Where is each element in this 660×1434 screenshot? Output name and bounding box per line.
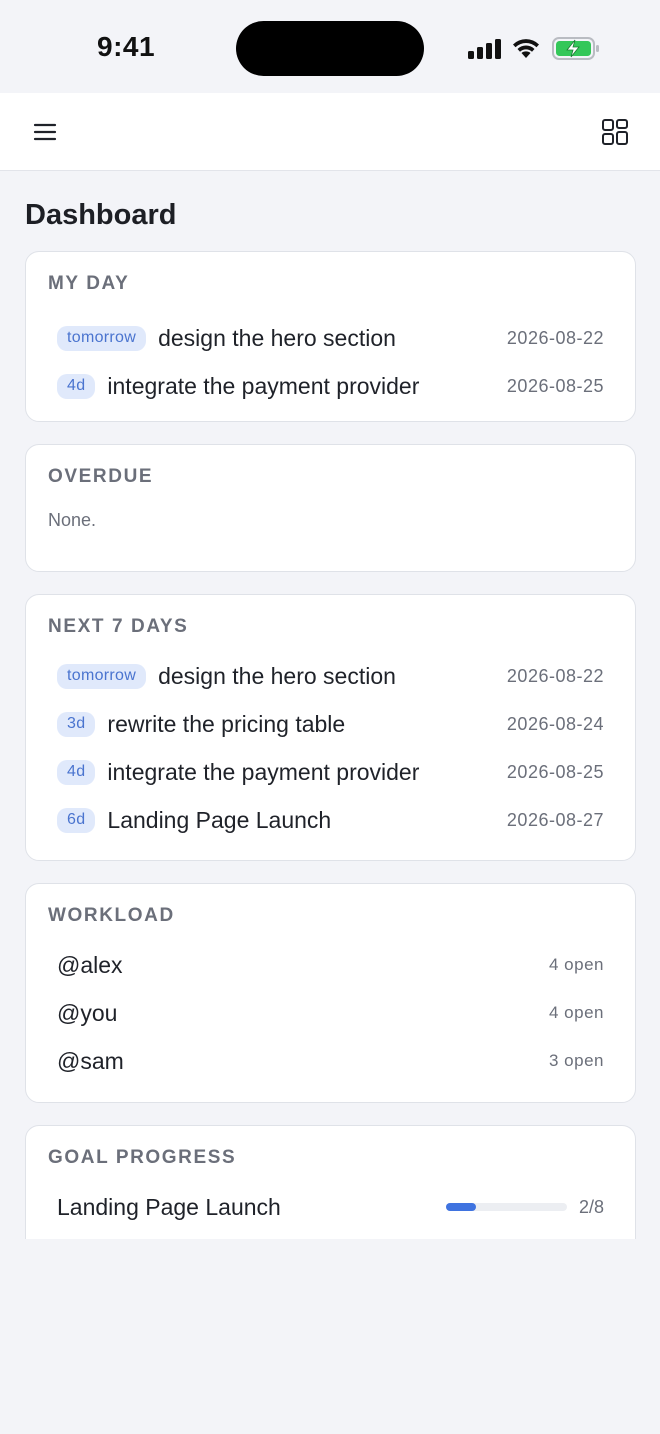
empty-state-text: None.: [48, 510, 97, 530]
task-title: integrate the payment provider: [107, 372, 420, 399]
next-7-days-card: NEXT 7 DAYS tomorrow design the hero sec…: [25, 594, 636, 861]
grid-layout-icon: [602, 119, 628, 145]
task-date: 2026-08-24: [506, 713, 604, 734]
open-count: 4 open: [549, 1003, 604, 1022]
page-title: Dashboard: [25, 199, 177, 231]
task-date: 2026-08-22: [506, 327, 604, 348]
menu-icon: [33, 123, 57, 141]
goal-row[interactable]: Landing Page Launch 2/8: [57, 1187, 604, 1227]
card-title: GOAL PROGRESS: [48, 1147, 237, 1168]
cellular-signal-icon: [468, 39, 501, 59]
card-title: OVERDUE: [48, 466, 154, 487]
wifi-icon: [513, 39, 539, 58]
task-row[interactable]: 3d rewrite the pricing table 2026-08-24: [57, 704, 604, 744]
due-badge: 4d: [57, 373, 96, 399]
task-row[interactable]: 6d Landing Page Launch 2026-08-27: [57, 800, 604, 840]
task-title: integrate the payment provider: [107, 758, 420, 785]
assignee-name: @alex: [57, 951, 123, 978]
due-badge: tomorrow: [57, 663, 147, 689]
open-count: 3 open: [549, 1051, 604, 1070]
battery-charging-icon: [552, 37, 599, 60]
task-title: design the hero section: [158, 324, 396, 351]
goal-progress-card: GOAL PROGRESS Landing Page Launch 2/8: [25, 1125, 636, 1239]
workload-row[interactable]: @you 4 open: [57, 993, 604, 1033]
task-date: 2026-08-22: [506, 665, 604, 686]
status-bar: 9:41: [0, 0, 660, 93]
task-row[interactable]: 4d integrate the payment provider 2026-0…: [57, 752, 604, 792]
dashboard-content[interactable]: Dashboard MY DAY tomorrow design the her…: [0, 171, 660, 1239]
task-row[interactable]: tomorrow design the hero section 2026-08…: [57, 656, 604, 696]
due-badge: 3d: [57, 711, 96, 737]
task-title: rewrite the pricing table: [107, 710, 346, 737]
card-title: WORKLOAD: [48, 905, 175, 926]
status-time: 9:41: [97, 31, 156, 62]
assignee-name: @you: [57, 999, 118, 1026]
task-row[interactable]: tomorrow design the hero section 2026-08…: [57, 318, 604, 358]
card-title: MY DAY: [48, 273, 130, 294]
app-bar: [0, 93, 660, 171]
goal-progress-fill: [445, 1203, 477, 1211]
task-title: design the hero section: [158, 662, 396, 689]
open-count: 4 open: [549, 955, 604, 974]
due-badge: 4d: [57, 759, 96, 785]
goal-progress-count: 2/8: [578, 1196, 604, 1217]
task-row[interactable]: 4d integrate the payment provider 2026-0…: [57, 366, 604, 406]
workload-row[interactable]: @sam 3 open: [57, 1041, 604, 1081]
workload-row[interactable]: @alex 4 open: [57, 945, 604, 985]
goal-name: Landing Page Launch: [57, 1193, 281, 1220]
layout-toggle-button[interactable]: [598, 115, 632, 149]
task-date: 2026-08-25: [506, 761, 604, 782]
card-title: NEXT 7 DAYS: [48, 616, 189, 637]
goal-progress-bar: [445, 1203, 567, 1211]
dynamic-island: [236, 21, 424, 76]
my-day-card: MY DAY tomorrow design the hero section …: [25, 251, 636, 422]
due-badge: tomorrow: [57, 325, 147, 351]
overdue-card: OVERDUE None.: [25, 444, 636, 572]
task-date: 2026-08-25: [506, 375, 604, 396]
menu-button[interactable]: [28, 115, 62, 149]
task-date: 2026-08-27: [506, 809, 604, 830]
workload-card: WORKLOAD @alex 4 open @you 4 open @sam 3…: [25, 883, 636, 1103]
assignee-name: @sam: [57, 1047, 124, 1074]
task-title: Landing Page Launch: [107, 806, 332, 833]
due-badge: 6d: [57, 807, 96, 833]
